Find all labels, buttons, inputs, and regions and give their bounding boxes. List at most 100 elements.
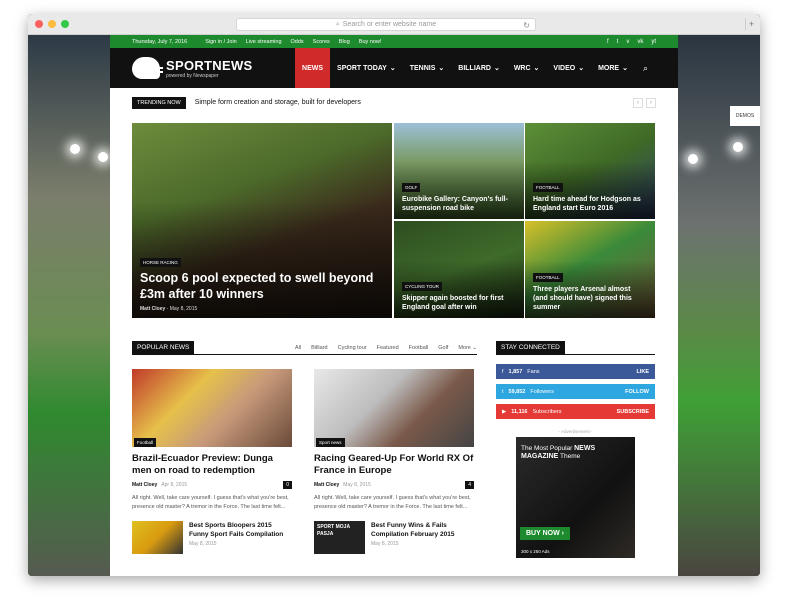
vimeo-icon[interactable]: v: [626, 39, 629, 45]
tile-category[interactable]: CYCLING TOUR: [402, 282, 442, 291]
subscribe-button[interactable]: SUBSCRIBE: [617, 409, 649, 415]
news-card-author[interactable]: Matt Cloey: [132, 482, 157, 488]
mini-news-thumb[interactable]: SPORT MOJA PASJA: [314, 521, 365, 554]
tile-category[interactable]: GOLF: [402, 183, 421, 192]
address-placeholder: Search or enter website name: [342, 21, 437, 28]
news-card-title[interactable]: Racing Geared-Up For World RX Of France …: [314, 453, 474, 477]
mini-news-thumb[interactable]: [132, 521, 183, 554]
nav-sport-today[interactable]: SPORT TODAY ⌄: [330, 48, 403, 88]
website: Thursday, July 7, 2016 Sign in / Join Li…: [110, 35, 678, 576]
news-card-category[interactable]: Football: [134, 438, 157, 447]
stadium-light-icon: [98, 152, 108, 162]
filter-cycling[interactable]: Cycling tour: [338, 345, 367, 351]
trending-next-button[interactable]: ›: [646, 97, 656, 108]
trending-badge: TRENDING NOW: [132, 96, 186, 109]
filter-football[interactable]: Football: [409, 345, 429, 351]
featured-tile-football-2[interactable]: FOOTBALL Three players Arsenal almost (a…: [525, 221, 655, 318]
youtube-row[interactable]: ▶ 11,116 Subscribers SUBSCRIBE: [496, 404, 655, 419]
top-link-buy[interactable]: Buy now!: [359, 39, 382, 45]
nav-billiard[interactable]: BILLIARD ⌄: [451, 48, 507, 88]
news-card-excerpt: All right. Well, take care yourself. I g…: [314, 495, 471, 510]
minimize-icon[interactable]: [48, 20, 56, 28]
facebook-icon: f: [502, 368, 504, 375]
tile-title[interactable]: Three players Arsenal almost (and should…: [533, 285, 647, 312]
news-card-image[interactable]: Football: [132, 369, 292, 447]
chevron-down-icon: ⌄: [389, 65, 396, 72]
comment-count[interactable]: 4: [465, 481, 474, 489]
stadium-light-icon: [733, 142, 743, 152]
tile-title[interactable]: Hard time ahead for Hodgson as England s…: [533, 195, 647, 213]
filter-all[interactable]: All: [295, 345, 301, 351]
top-link-scores[interactable]: Scores: [313, 39, 330, 45]
nav-tennis[interactable]: TENNIS ⌄: [403, 48, 452, 88]
news-card-excerpt: All right. Well, take care yourself. I g…: [132, 495, 289, 510]
mini-news-title[interactable]: Best Sports Bloopers 2015 Funny Sport Fa…: [189, 521, 292, 539]
facebook-icon[interactable]: f: [607, 39, 609, 45]
site-logo[interactable]: SPORTNEWS powered by Newspaper: [132, 57, 252, 79]
news-card: Sport news Racing Geared-Up For World RX…: [314, 369, 474, 512]
news-card-title[interactable]: Brazil-Ecuador Preview: Dunga men on roa…: [132, 453, 292, 477]
youtube-label: Subscribers: [532, 408, 562, 415]
top-link-live[interactable]: Live streaming: [246, 39, 282, 45]
ad-size-label: 300 x 250 Ads: [521, 549, 550, 554]
new-tab-button[interactable]: +: [745, 18, 757, 30]
news-card: Football Brazil-Ecuador Preview: Dunga m…: [132, 369, 292, 512]
filter-golf[interactable]: Golf: [438, 345, 448, 351]
chevron-down-icon: ⌄: [493, 65, 500, 72]
tile-category[interactable]: FOOTBALL: [533, 183, 563, 192]
featured-tile-golf[interactable]: GOLF Eurobike Gallery: Canyon's full-sus…: [394, 123, 524, 219]
follow-button[interactable]: FOLLOW: [625, 389, 649, 395]
facebook-row[interactable]: f 1,857 Fans LIKE: [496, 364, 655, 379]
top-social: f t v vk yt: [607, 39, 656, 45]
mini-news-item: Best Sports Bloopers 2015 Funny Sport Fa…: [132, 521, 292, 554]
demos-button[interactable]: DEMOS: [730, 106, 760, 126]
filter-featured[interactable]: Featured: [377, 345, 399, 351]
nav-more[interactable]: MORE ⌄: [591, 48, 635, 88]
news-card-author[interactable]: Matt Cloey: [314, 482, 339, 488]
featured-tile-football-1[interactable]: FOOTBALL Hard time ahead for Hodgson as …: [525, 123, 655, 219]
vk-icon[interactable]: vk: [637, 39, 643, 45]
facebook-label: Fans: [527, 368, 540, 375]
tile-title[interactable]: Skipper again boosted for first England …: [402, 294, 516, 312]
trending-headline[interactable]: Simple form creation and storage, built …: [195, 99, 361, 106]
tile-title[interactable]: Eurobike Gallery: Canyon's full-suspensi…: [402, 195, 516, 213]
nav-news[interactable]: NEWS: [295, 48, 331, 88]
twitter-row[interactable]: t 59,852 Followers FOLLOW: [496, 384, 655, 399]
news-card-image[interactable]: Sport news: [314, 369, 474, 447]
tile-category[interactable]: HORSE RACING: [140, 258, 181, 267]
browser-titlebar: ⌕ Search or enter website name ↻ +: [28, 14, 760, 35]
reload-icon[interactable]: ↻: [523, 21, 530, 30]
browser-window: ⌕ Search or enter website name ↻ + Thurs…: [28, 14, 760, 576]
close-icon[interactable]: [35, 20, 43, 28]
search-icon[interactable]: ⌕: [635, 48, 656, 88]
tile-category[interactable]: FOOTBALL: [533, 273, 563, 282]
comment-count[interactable]: 0: [283, 481, 292, 489]
buy-now-button[interactable]: BUY NOW ›: [520, 527, 570, 540]
twitter-icon: t: [502, 388, 504, 395]
tile-author[interactable]: Matt Cloey: [140, 306, 165, 312]
helmet-icon: [132, 57, 163, 79]
address-bar[interactable]: ⌕ Search or enter website name ↻: [236, 18, 536, 31]
top-link-blog[interactable]: Blog: [339, 39, 350, 45]
tile-title[interactable]: Scoop 6 pool expected to swell beyond £3…: [140, 270, 384, 302]
maximize-icon[interactable]: [61, 20, 69, 28]
popular-news-title: POPULAR NEWS: [132, 341, 195, 354]
advertisement-banner[interactable]: The Most Popular NEWS MAGAZINE Theme BUY…: [516, 437, 635, 558]
stadium-light-icon: [70, 144, 80, 154]
top-links: Sign in / Join Live streaming Odds Score…: [205, 39, 381, 45]
trending-prev-button[interactable]: ‹: [633, 97, 643, 108]
youtube-icon[interactable]: yt: [651, 39, 656, 45]
twitter-label: Followers: [530, 388, 554, 395]
nav-video[interactable]: VIDEO ⌄: [546, 48, 591, 88]
featured-tile-cycling[interactable]: CYCLING TOUR Skipper again boosted for f…: [394, 221, 524, 318]
filter-more[interactable]: More ⌄: [458, 345, 477, 351]
twitter-icon[interactable]: t: [617, 39, 619, 45]
featured-tile-main[interactable]: HORSE RACING Scoop 6 pool expected to sw…: [132, 123, 392, 318]
like-button[interactable]: LIKE: [636, 369, 649, 375]
mini-news-title[interactable]: Best Funny Wins & Fails Compilation Febr…: [371, 521, 474, 539]
nav-wrc[interactable]: WRC ⌄: [507, 48, 547, 88]
top-link-signin[interactable]: Sign in / Join: [205, 39, 237, 45]
filter-billiard[interactable]: Billiard: [311, 345, 328, 351]
top-link-odds[interactable]: Odds: [291, 39, 304, 45]
news-card-category[interactable]: Sport news: [316, 438, 345, 447]
